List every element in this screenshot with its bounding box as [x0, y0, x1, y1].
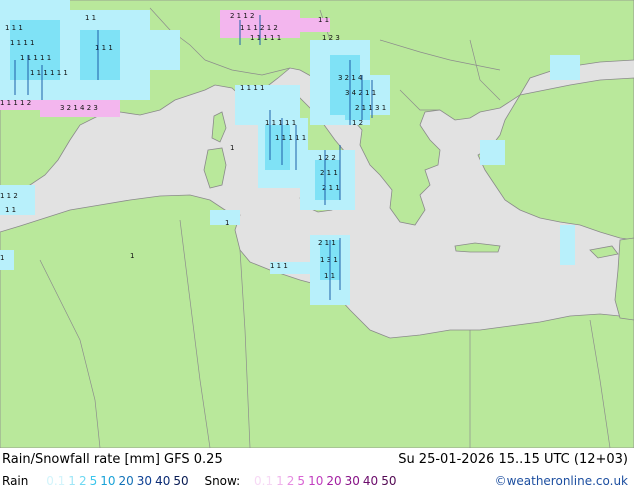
svg-text:1 2 3: 1 2 3 — [322, 34, 340, 42]
snow-level-0: 0.1 — [254, 474, 274, 488]
svg-text:1 1: 1 1 — [5, 206, 16, 214]
svg-text:1 1 1 2 1 2: 1 1 1 2 1 2 — [240, 24, 278, 32]
map-title: Rain/Snowfall rate [mm] GFS 0.25 — [2, 452, 223, 467]
svg-text:2 1 1 2: 2 1 1 2 — [230, 12, 255, 20]
snow-legend-levels: 0.1 1 2 5 10 20 30 40 50 — [254, 474, 399, 488]
rain-legend-label: Rain — [2, 474, 29, 488]
map-footer: Rain/Snowfall rate [mm] GFS 0.25 Su 25-0… — [0, 448, 634, 490]
svg-text:1: 1 — [230, 144, 234, 152]
svg-text:1 1 1: 1 1 1 — [5, 24, 23, 32]
svg-text:1 1 1 1 1: 1 1 1 1 1 — [20, 54, 51, 62]
precipitation-map: 1 1 11 1 1 11 1 1 1 1 1 1 1 1 1 11 1 1 1… — [0, 0, 634, 448]
svg-text:1 1 1 1: 1 1 1 1 — [10, 39, 35, 47]
svg-text:1: 1 — [0, 254, 4, 262]
legend: Rain 0.1 1 2 5 10 20 30 40 50 Snow: 0.1 1 2 5 10 20 30… — [2, 474, 402, 490]
rain-level-1: 1 — [68, 474, 76, 488]
svg-text:1: 1 — [225, 219, 229, 227]
svg-text:1 1: 1 1 — [85, 14, 96, 22]
svg-text:1 1 1 1: 1 1 1 1 — [240, 84, 265, 92]
svg-text:1 1: 1 1 — [318, 16, 329, 24]
svg-text:3 2 1 4: 3 2 1 4 — [338, 74, 363, 82]
snow-legend-label: Snow: — [204, 474, 241, 488]
snow-level-7: 40 — [362, 474, 379, 488]
rain-legend-levels: 0.1 1 2 5 10 20 30 40 50 — [46, 474, 191, 488]
rain-level-8: 50 — [173, 474, 189, 488]
snow-level-1: 1 — [276, 474, 284, 488]
snow-level-3: 5 — [297, 474, 306, 488]
svg-text:1 2: 1 2 — [352, 119, 363, 127]
snow-level-4: 10 — [308, 474, 324, 488]
svg-text:1 1 2: 1 1 2 — [0, 192, 18, 200]
rain-level-7: 40 — [155, 474, 171, 488]
rain-level-3: 5 — [89, 474, 98, 488]
snow-level-5: 20 — [326, 474, 342, 488]
svg-text:2 1 1: 2 1 1 — [320, 169, 338, 177]
svg-text:1 1 1 1 1 1: 1 1 1 1 1 1 — [30, 69, 68, 77]
snow-level-2: 2 — [286, 474, 295, 488]
credit-link[interactable]: ©weatheronline.co.uk — [495, 474, 628, 488]
svg-text:1 1 1 1 2: 1 1 1 1 2 — [0, 99, 31, 107]
rain-level-2: 2 — [78, 474, 87, 488]
svg-text:3 2 1 4 2 3: 3 2 1 4 2 3 — [60, 104, 98, 112]
svg-text:1 1 1 1 1: 1 1 1 1 1 — [275, 134, 306, 142]
svg-text:2 1 1: 2 1 1 — [318, 239, 336, 247]
svg-text:1 1 1 1 1: 1 1 1 1 1 — [250, 34, 281, 42]
snow-level-6: 30 — [344, 474, 360, 488]
svg-text:1 2 2: 1 2 2 — [318, 154, 336, 162]
svg-text:1 1 1: 1 1 1 — [270, 262, 288, 270]
valid-time: Su 25-01-2026 15..15 UTC (12+03) — [398, 452, 628, 467]
rain-level-5: 20 — [118, 474, 134, 488]
rain-level-6: 30 — [136, 474, 153, 488]
svg-text:1: 1 — [130, 252, 134, 260]
svg-text:1 3 1: 1 3 1 — [320, 256, 338, 264]
snow-level-8: 50 — [381, 474, 397, 488]
svg-text:2 1 1 3 1: 2 1 1 3 1 — [355, 104, 386, 112]
rain-level-0: 0.1 — [46, 474, 66, 488]
rain-level-4: 10 — [100, 474, 116, 488]
